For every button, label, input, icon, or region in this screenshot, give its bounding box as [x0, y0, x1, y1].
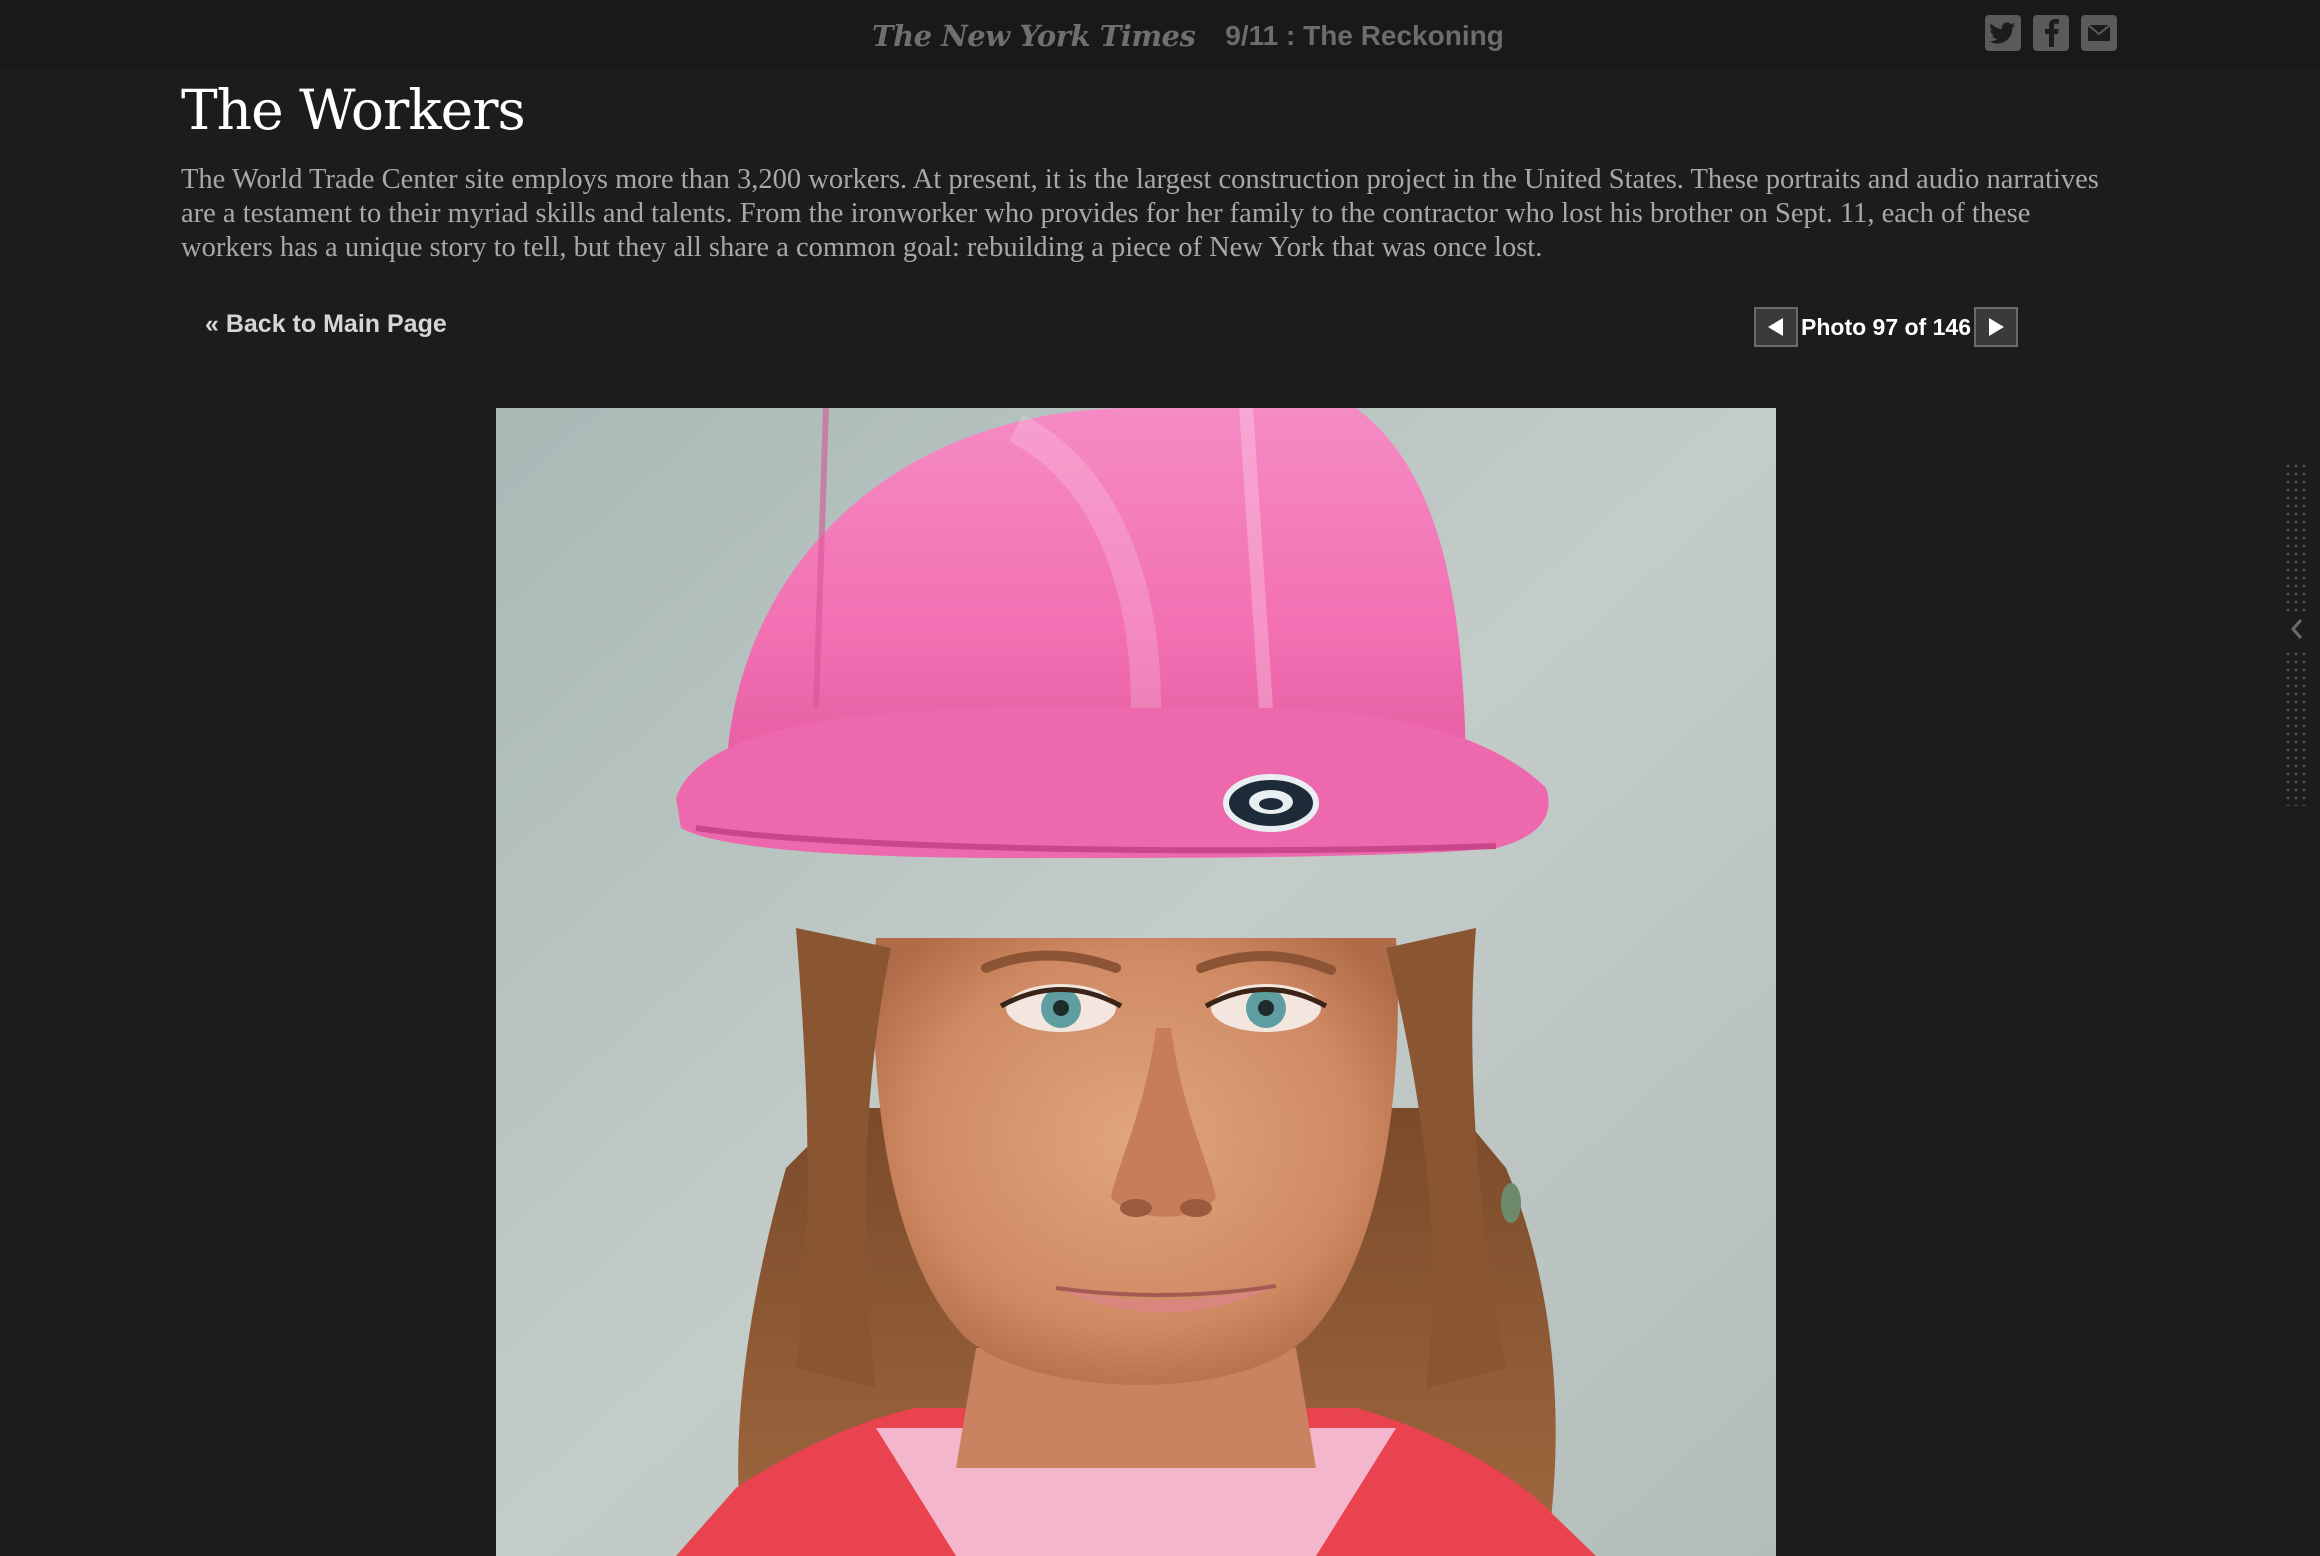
handle-grip-bottom [2284, 650, 2310, 806]
page-title: The Workers [181, 78, 526, 142]
section-title[interactable]: 9/11 : The Reckoning [1225, 20, 1504, 52]
prev-photo-button[interactable] [1754, 307, 1798, 347]
next-photo-button[interactable] [1974, 307, 2018, 347]
side-panel-handle[interactable] [2284, 462, 2310, 806]
twitter-icon[interactable] [1985, 15, 2021, 51]
facebook-icon[interactable] [2033, 15, 2069, 51]
worker-portrait-photo[interactable] [496, 408, 1776, 1556]
back-to-main-link[interactable]: « Back to Main Page [205, 310, 447, 339]
email-icon[interactable] [2081, 15, 2117, 51]
arrow-left-icon [1768, 318, 1783, 336]
masthead: The New York Times 9/11 : The Reckoning [872, 14, 1504, 58]
handle-grip-top [2284, 462, 2310, 612]
page: The New York Times 9/11 : The Reckoning [0, 0, 2320, 1556]
photo-counter: Photo 97 of 146 [1801, 313, 1971, 340]
nyt-logo[interactable]: The New York Times [872, 19, 1196, 53]
photo-pager: Photo 97 of 146 [1754, 306, 2018, 348]
top-bar: The New York Times 9/11 : The Reckoning [0, 0, 2320, 70]
intro-paragraph: The World Trade Center site employs more… [181, 164, 2099, 263]
chevron-left-icon [2290, 619, 2303, 639]
arrow-right-icon [1989, 318, 2004, 336]
share-toolbar [1985, 15, 2117, 51]
